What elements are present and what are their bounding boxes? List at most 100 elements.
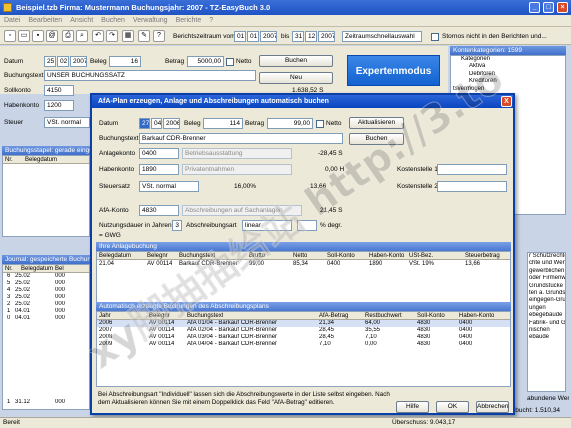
tree-item[interactable]: Fabrik- und Gesc <box>528 320 565 327</box>
buchen-button[interactable]: Buchen <box>259 55 333 67</box>
tree-item[interactable]: ebäude <box>528 334 565 341</box>
kategorie-tree-lower[interactable]: r Schutzrechtechte und Wertegewerblichen… <box>527 252 566 392</box>
tree-item[interactable]: Grundstücke <box>528 283 565 290</box>
dlg-beleg-input[interactable]: 114 <box>203 118 243 129</box>
anlage-col-header[interactable]: Netto <box>293 252 307 260</box>
sollkonto-input[interactable]: 4150 <box>44 85 74 96</box>
journal-row[interactable]: 0 04.01 000 <box>3 315 89 322</box>
journal-row[interactable] <box>3 392 89 399</box>
prozent-input[interactable] <box>297 220 317 231</box>
menu-item-3[interactable]: Buchen <box>97 15 129 27</box>
dlg-buchen-button[interactable]: Buchen <box>349 133 404 145</box>
ok-button[interactable]: OK <box>436 401 469 413</box>
journal-row[interactable]: 3 25.02 000 <box>3 294 89 301</box>
plan-col-header[interactable]: Soll-Konto <box>417 312 445 320</box>
dlg-datum-month[interactable]: 04 <box>151 118 162 129</box>
journal-grid[interactable]: Nr. Belegdatum Bel 6 25.02 000 5 25.02 000 4 25… <box>2 264 90 410</box>
pencil-icon[interactable]: ✎ <box>138 30 150 42</box>
datum-month[interactable]: 02 <box>57 56 69 67</box>
open-folder-icon[interactable]: ▭ <box>18 30 30 42</box>
journal-row[interactable] <box>3 357 89 364</box>
plan-col-header[interactable]: Jahr <box>99 312 111 320</box>
anlage-col-header[interactable]: Brutto <box>249 252 265 260</box>
tree-item[interactable]: tsvermögen <box>451 86 565 93</box>
plan-grid[interactable]: Jahr Belegnr Buchungstext AfA-Betrag Restbuc… <box>96 311 511 387</box>
tree-item[interactable]: gewerblichen S <box>528 268 565 275</box>
afa-konto-select[interactable]: 4830 <box>139 205 179 216</box>
plan-col-header[interactable]: Buchungstext <box>187 312 223 320</box>
dlg-netto-checkbox[interactable] <box>316 120 324 128</box>
anlagekonto-select[interactable]: 0400 <box>139 148 179 159</box>
journal-row[interactable]: 6 25.02 000 <box>3 273 89 280</box>
journal-row[interactable] <box>3 385 89 392</box>
anlage-col-header[interactable]: Belegdatum <box>99 252 131 260</box>
dialog-close-button[interactable]: X <box>501 96 512 107</box>
neu-button[interactable]: Neu <box>259 72 333 84</box>
journal-row[interactable] <box>3 350 89 357</box>
maximize-button[interactable]: □ <box>543 2 554 13</box>
menu-item-4[interactable]: Verwaltung <box>129 15 172 27</box>
tree-item[interactable]: Kreditoren <box>451 78 565 85</box>
close-button[interactable]: × <box>557 2 568 13</box>
tree-item[interactable]: Kategorien <box>451 56 565 63</box>
storno-checkbox[interactable] <box>431 33 439 41</box>
anlage-col-header[interactable]: Haben-Konto <box>369 252 404 260</box>
journal-row[interactable]: 1 31.12 000 <box>3 399 89 406</box>
stapel-col-nr[interactable]: Nr. <box>5 156 13 164</box>
plan-row[interactable]: 2006 AV 00114 AfA 01/04 - Barkauf CDR-Bren… <box>97 320 510 327</box>
save-icon[interactable]: ▪ <box>32 30 44 42</box>
anlage-col-header[interactable]: Steuerbetrag <box>465 252 500 260</box>
plan-row[interactable]: 2009 AV 00114 AfA 04/04 - Barkauf CDR-Bren… <box>97 341 510 348</box>
tree-item[interactable]: chte und Werte <box>528 260 565 267</box>
tree-item[interactable]: oder Firmenwert <box>528 275 565 282</box>
period-to-year[interactable]: 2007 <box>318 31 335 42</box>
journal-row[interactable] <box>3 336 89 343</box>
period-from-day[interactable]: 01 <box>234 31 246 42</box>
dlg-buchungstext-input[interactable]: Barkauf CDR-Brenner <box>139 133 343 144</box>
hilfe-button[interactable]: Hilfe <box>396 401 429 413</box>
plan-row[interactable]: 2007 AV 00114 AfA 02/04 - Barkauf CDR-Bren… <box>97 327 510 334</box>
menu-item-6[interactable]: ? <box>205 15 217 27</box>
dlg-habenkonto-select[interactable]: 1890 <box>139 164 179 175</box>
plan-col-header[interactable]: AfA-Betrag <box>319 312 348 320</box>
redo-icon[interactable]: ↷ <box>106 30 118 42</box>
email-icon[interactable]: @ <box>46 30 58 42</box>
betrag-input[interactable]: 5000,00 <box>187 56 224 67</box>
steuer-select[interactable]: VSt. normal <box>44 117 90 128</box>
tree-item[interactable]: Aktiva <box>451 63 565 70</box>
tree-item[interactable]: Debitoren <box>451 71 565 78</box>
new-file-icon[interactable]: ▫ <box>4 30 16 42</box>
kostenstelle1-select[interactable] <box>437 164 507 175</box>
plan-col-header[interactable]: Haben-Konto <box>459 312 494 320</box>
period-from-month[interactable]: 01 <box>247 31 259 42</box>
minimize-button[interactable]: _ <box>529 2 540 13</box>
datum-year[interactable]: 2007 <box>70 56 87 67</box>
journal-row[interactable]: 1 04.01 000 <box>3 308 89 315</box>
buchungstext-input[interactable]: UNSER BUCHUNGSSATZ <box>44 70 256 81</box>
dlg-betrag-input[interactable]: 99,00 <box>267 118 313 129</box>
journal-col-belegdatum[interactable]: Belegdatum <box>21 265 53 273</box>
plan-col-header[interactable]: Restbuchwert <box>365 312 402 320</box>
datum-day[interactable]: 25 <box>44 56 56 67</box>
journal-col-bel[interactable]: Bel <box>55 265 64 273</box>
dlg-datum-day[interactable]: 27 <box>139 118 150 129</box>
journal-row[interactable] <box>3 329 89 336</box>
period-to-month[interactable]: 12 <box>305 31 317 42</box>
undo-icon[interactable]: ↶ <box>92 30 104 42</box>
journal-col-nr[interactable]: Nr. <box>5 265 13 273</box>
journal-row[interactable]: 4 25.02 000 <box>3 287 89 294</box>
stapel-col-belegdatum[interactable]: Belegdatum <box>25 156 57 164</box>
plan-col-header[interactable]: Belegnr <box>149 312 170 320</box>
journal-row[interactable]: 5 25.02 000 <box>3 280 89 287</box>
tree-item[interactable]: ungen <box>528 305 565 312</box>
habenkonto-input[interactable]: 1200 <box>44 100 74 111</box>
period-shortcut-select[interactable]: Zeitraumschnellauswahl <box>342 31 422 42</box>
menu-item-5[interactable]: Berichte <box>172 15 206 27</box>
tree-item[interactable]: eingegen-Grundst <box>528 297 565 304</box>
steuersatz-select[interactable]: VSt. normal <box>139 181 199 192</box>
anlage-col-header[interactable]: Belegnr <box>147 252 168 260</box>
anlage-col-header[interactable]: Buchungstext <box>179 252 215 260</box>
tree-item[interactable]: nischen <box>528 327 565 334</box>
menu-item-2[interactable]: Ansicht <box>66 15 97 27</box>
journal-row[interactable] <box>3 322 89 329</box>
